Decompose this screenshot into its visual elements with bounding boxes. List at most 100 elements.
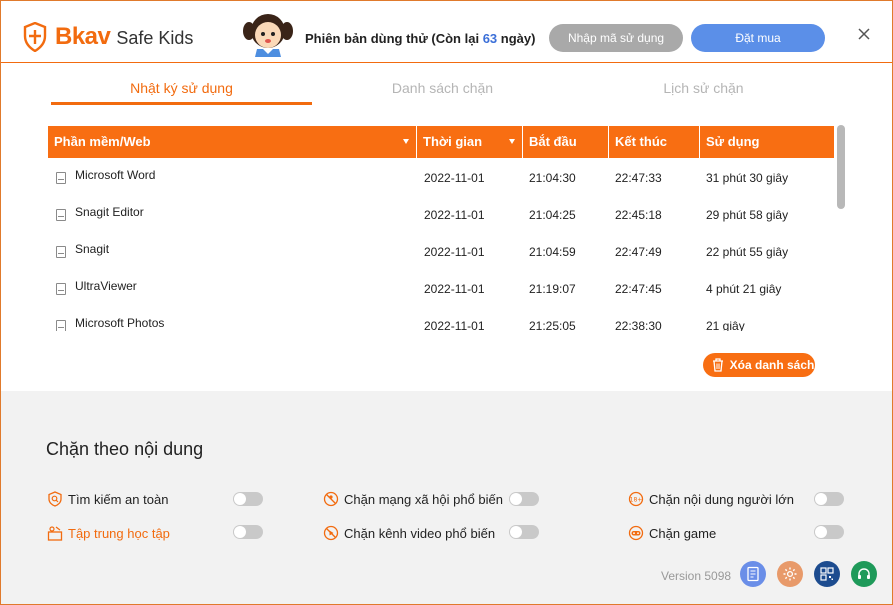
option-label: Chặn mạng xã hội phổ biến bbox=[344, 491, 504, 507]
block-video-toggle[interactable] bbox=[509, 525, 539, 539]
scrollbar-thumb[interactable] bbox=[837, 125, 845, 209]
app-icon bbox=[56, 283, 66, 295]
headset-icon bbox=[858, 568, 870, 579]
table-row[interactable]: UltraViewer 2022-11-01 21:19:07 22:47:45… bbox=[48, 269, 834, 306]
row-date: 2022-11-01 bbox=[424, 208, 485, 222]
block-social-toggle[interactable] bbox=[509, 492, 539, 506]
block-adult-toggle[interactable] bbox=[814, 492, 844, 506]
trial-days-count: 63 bbox=[482, 31, 498, 46]
table-row[interactable]: Microsoft Photos 2022-11-01 21:25:05 22:… bbox=[48, 306, 834, 331]
adult-content-icon: 18+ bbox=[628, 491, 644, 507]
table-scrollbar[interactable] bbox=[835, 125, 847, 331]
column-header-start[interactable]: Bắt đầu bbox=[522, 126, 608, 158]
table-header: Phần mềm/Web Thời gian Bắt đầu Kết thúc … bbox=[48, 126, 834, 158]
trial-status: Phiên bản dùng thử (Còn lại 63 ngày) bbox=[305, 31, 535, 46]
app-name: Microsoft Word bbox=[75, 168, 156, 182]
trial-prefix: Phiên bản dùng thử (Còn lại bbox=[305, 31, 483, 46]
trial-suffix: ngày) bbox=[497, 31, 536, 46]
row-date: 2022-11-01 bbox=[424, 282, 485, 296]
row-date: 2022-11-01 bbox=[424, 319, 485, 331]
support-button[interactable] bbox=[851, 561, 877, 587]
row-end: 22:47:45 bbox=[615, 282, 662, 296]
row-end: 22:38:30 bbox=[615, 319, 662, 331]
sort-arrow-icon bbox=[509, 139, 515, 144]
qr-code-button[interactable] bbox=[814, 561, 840, 587]
sort-arrow-icon bbox=[403, 139, 409, 144]
tab-usage-log[interactable]: Nhật ký sử dụng bbox=[51, 71, 312, 105]
app-icon bbox=[56, 172, 66, 184]
brand-logo: Bkav Safe Kids bbox=[23, 21, 193, 53]
safe-search-icon bbox=[48, 491, 62, 507]
app-name: Snagit Editor bbox=[75, 205, 144, 219]
study-focus-icon bbox=[47, 526, 63, 541]
tab-block-history[interactable]: Lịch sử chặn bbox=[573, 71, 834, 105]
tab-block-list[interactable]: Danh sách chặn bbox=[312, 71, 573, 105]
table-row[interactable]: Microsoft Word 2022-11-01 21:04:30 22:47… bbox=[48, 158, 834, 195]
row-date: 2022-11-01 bbox=[424, 245, 485, 259]
row-end: 22:45:18 bbox=[615, 208, 662, 222]
close-icon[interactable] bbox=[855, 25, 873, 43]
row-usage: 31 phút 30 giây bbox=[706, 171, 789, 185]
row-start: 21:04:25 bbox=[529, 208, 576, 222]
option-label: Tìm kiếm an toàn bbox=[68, 491, 169, 507]
option-study-focus: Tập trung học tập bbox=[47, 523, 170, 543]
app-name: Snagit bbox=[75, 242, 110, 256]
option-label: Tập trung học tập bbox=[68, 525, 170, 541]
table-row[interactable]: Snagit 2022-11-01 21:04:59 22:47:49 22 p… bbox=[48, 232, 834, 269]
settings-button[interactable] bbox=[777, 561, 803, 587]
study-focus-toggle[interactable] bbox=[233, 525, 263, 539]
row-date: 2022-11-01 bbox=[424, 171, 485, 185]
block-game-toggle[interactable] bbox=[814, 525, 844, 539]
content-block-panel: Chặn theo nội dung Tìm kiếm an toàn Chặn… bbox=[1, 391, 892, 604]
buy-button[interactable]: Đặt mua bbox=[691, 24, 825, 52]
column-header-app[interactable]: Phần mềm/Web bbox=[48, 126, 416, 158]
table-row[interactable]: Snagit Editor 2022-11-01 21:04:25 22:45:… bbox=[48, 195, 834, 232]
video-channel-icon bbox=[323, 525, 339, 541]
row-end: 22:47:33 bbox=[615, 171, 662, 185]
option-label: Chặn kênh video phổ biến bbox=[344, 525, 496, 541]
app-window: Bkav Safe Kids Phiên bản dùng thử (Còn l… bbox=[0, 0, 893, 605]
app-icon bbox=[56, 209, 66, 221]
table-body: Microsoft Word 2022-11-01 21:04:30 22:47… bbox=[48, 158, 834, 331]
safe-search-toggle[interactable] bbox=[233, 492, 263, 506]
column-header-end[interactable]: Kết thúc bbox=[608, 126, 699, 158]
clear-list-label: Xóa danh sách bbox=[729, 358, 815, 372]
shield-logo-icon bbox=[23, 22, 47, 52]
section-title: Chặn theo nội dung bbox=[46, 439, 204, 459]
app-name: Microsoft Photos bbox=[75, 316, 165, 330]
row-usage: 4 phút 21 giây bbox=[706, 282, 782, 296]
social-network-icon bbox=[323, 491, 339, 507]
report-button[interactable] bbox=[740, 561, 766, 587]
clear-list-button[interactable]: Xóa danh sách bbox=[703, 353, 815, 377]
column-header-usage[interactable]: Sử dụng bbox=[699, 126, 834, 158]
gear-icon bbox=[783, 567, 797, 581]
girl-mascot-icon bbox=[243, 14, 293, 57]
row-start: 21:25:05 bbox=[529, 319, 576, 331]
column-header-label: Phần mềm/Web bbox=[54, 134, 151, 149]
app-name: UltraViewer bbox=[75, 279, 137, 293]
column-header-time[interactable]: Thời gian bbox=[416, 126, 522, 158]
row-usage: 29 phút 58 giây bbox=[706, 208, 789, 222]
option-safe-search: Tìm kiếm an toàn bbox=[47, 489, 168, 509]
brand-name: Bkav bbox=[55, 23, 111, 50]
option-label: Chặn nội dung người lớn bbox=[649, 491, 795, 507]
row-usage: 21 giây bbox=[706, 319, 745, 331]
trash-icon bbox=[713, 358, 723, 372]
report-icon bbox=[747, 566, 759, 582]
row-end: 22:47:49 bbox=[615, 245, 662, 259]
option-block-video: Chặn kênh video phổ biến bbox=[323, 523, 495, 543]
svg-text:18+: 18+ bbox=[630, 497, 643, 504]
app-icon bbox=[56, 320, 66, 331]
option-block-adult: 18+ Chặn nội dung người lớn bbox=[628, 489, 794, 509]
row-start: 21:19:07 bbox=[529, 282, 576, 296]
enter-code-button[interactable]: Nhập mã sử dụng bbox=[549, 24, 683, 52]
header: Bkav Safe Kids Phiên bản dùng thử (Còn l… bbox=[1, 1, 892, 63]
option-block-game: Chặn game bbox=[628, 523, 716, 543]
version-label: Version 5098 bbox=[661, 569, 732, 583]
game-controller-icon bbox=[628, 525, 644, 541]
app-icon bbox=[56, 246, 66, 258]
usage-table: Phần mềm/Web Thời gian Bắt đầu Kết thúc … bbox=[48, 126, 834, 331]
row-start: 21:04:30 bbox=[529, 171, 576, 185]
row-usage: 22 phút 55 giây bbox=[706, 245, 789, 259]
product-name: Safe Kids bbox=[116, 27, 194, 48]
